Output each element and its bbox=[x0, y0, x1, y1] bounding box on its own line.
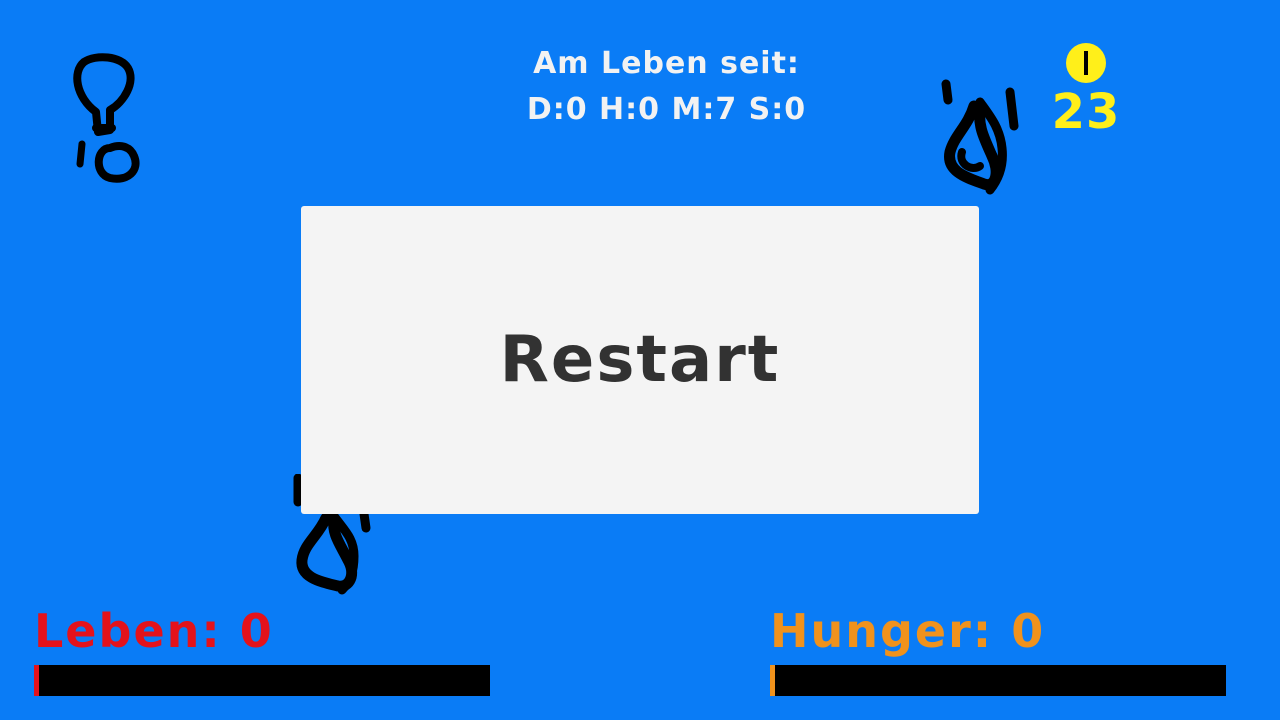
life-bar-marker bbox=[34, 665, 39, 696]
game-screen: Am Leben seit: D:0 H:0 M:7 S:0 23 Restar… bbox=[0, 0, 1280, 720]
life-bar bbox=[34, 665, 490, 696]
coin-icon bbox=[1066, 43, 1106, 83]
restart-label: Restart bbox=[499, 323, 781, 397]
hunger-bar-marker bbox=[770, 665, 775, 696]
hunger-label: Hunger: 0 bbox=[770, 604, 1046, 658]
restart-button[interactable]: Restart bbox=[301, 206, 979, 514]
coin-count: 23 bbox=[1051, 84, 1121, 140]
hunger-bar bbox=[770, 665, 1226, 696]
life-label: Leben: 0 bbox=[34, 604, 274, 658]
